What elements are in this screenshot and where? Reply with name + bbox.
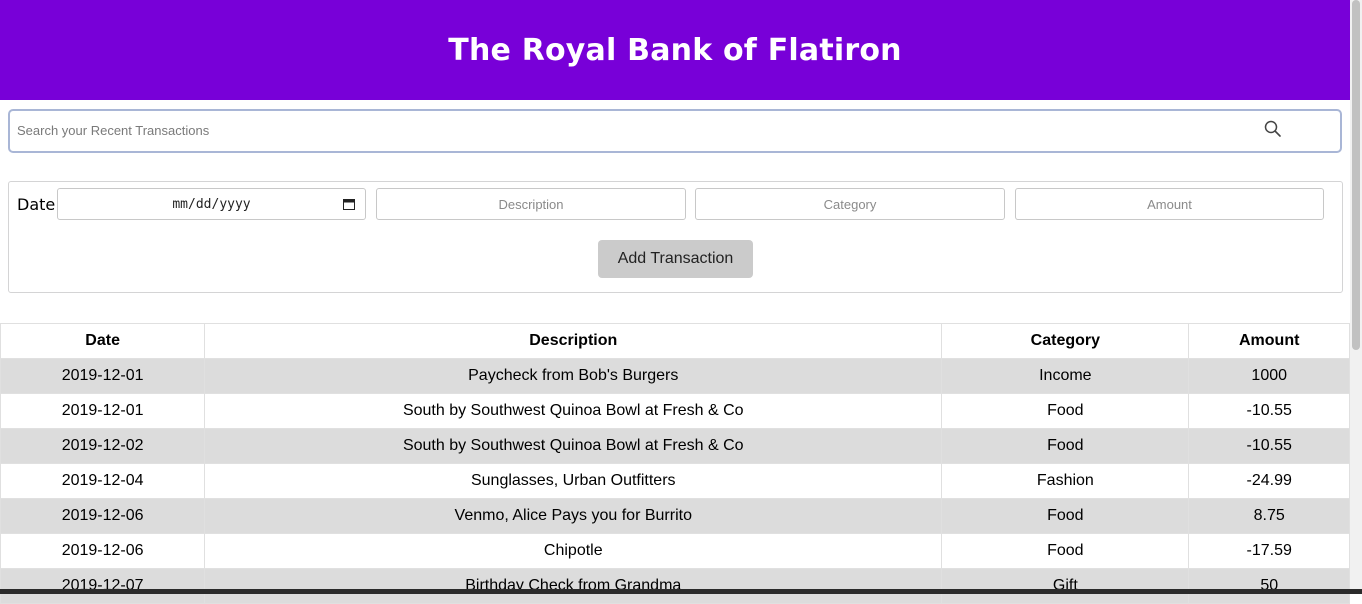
- cell-amount: 8.75: [1188, 498, 1350, 534]
- table-row: 2019-12-01 Paycheck from Bob's Burgers I…: [0, 358, 1350, 394]
- table-row: 2019-12-04 Sunglasses, Urban Outfitters …: [0, 463, 1350, 499]
- cell-description: Paycheck from Bob's Burgers: [204, 358, 943, 394]
- cell-category: Food: [941, 533, 1190, 569]
- cell-description: South by Southwest Quinoa Bowl at Fresh …: [204, 393, 943, 429]
- app-header: The Royal Bank of Flatiron: [0, 0, 1350, 100]
- cell-date: 2019-12-01: [0, 358, 206, 394]
- cell-date: 2019-12-07: [0, 568, 206, 604]
- column-header-category[interactable]: Category: [941, 323, 1190, 359]
- date-placeholder: mm/dd/yyyy: [172, 196, 251, 212]
- cell-date: 2019-12-06: [0, 498, 206, 534]
- cell-category: Income: [941, 358, 1190, 394]
- cell-amount: -24.99: [1188, 463, 1350, 499]
- cell-amount: -17.59: [1188, 533, 1350, 569]
- table-header-row: Date Description Category Amount: [0, 323, 1350, 359]
- transactions-table: Date Description Category Amount 2019-12…: [0, 323, 1350, 604]
- cell-description: South by Southwest Quinoa Bowl at Fresh …: [204, 428, 943, 464]
- search-input[interactable]: [10, 111, 1237, 149]
- cell-description: Sunglasses, Urban Outfitters: [204, 463, 943, 499]
- amount-field[interactable]: Amount: [1015, 188, 1324, 220]
- date-field[interactable]: mm/dd/yyyy: [57, 188, 366, 220]
- cell-description: Birthday Check from Grandma: [204, 568, 943, 604]
- search-icon[interactable]: [1263, 119, 1283, 139]
- date-label: Date: [17, 195, 56, 214]
- cell-amount: -10.55: [1188, 428, 1350, 464]
- cell-category: Food: [941, 498, 1190, 534]
- scrollbar-thumb[interactable]: [1352, 0, 1360, 350]
- cell-amount: 1000: [1188, 358, 1350, 394]
- category-field[interactable]: Category: [695, 188, 1005, 220]
- window-bottom-edge: [0, 589, 1362, 594]
- description-field[interactable]: Description: [376, 188, 686, 220]
- page-title: The Royal Bank of Flatiron: [448, 32, 902, 68]
- description-placeholder: Description: [498, 196, 564, 212]
- cell-description: Venmo, Alice Pays you for Burrito: [204, 498, 943, 534]
- table-row: 2019-12-06 Venmo, Alice Pays you for Bur…: [0, 498, 1350, 534]
- table-row: 2019-12-07 Birthday Check from Grandma G…: [0, 568, 1350, 604]
- add-transaction-button[interactable]: Add Transaction: [598, 240, 753, 278]
- cell-category: Fashion: [941, 463, 1190, 499]
- cell-date: 2019-12-06: [0, 533, 206, 569]
- table-row: 2019-12-01 South by Southwest Quinoa Bow…: [0, 393, 1350, 429]
- amount-placeholder: Amount: [1147, 196, 1192, 212]
- calendar-icon[interactable]: [343, 198, 355, 210]
- cell-date: 2019-12-02: [0, 428, 206, 464]
- column-header-amount[interactable]: Amount: [1188, 323, 1350, 359]
- cell-category: Food: [941, 428, 1190, 464]
- cell-date: 2019-12-04: [0, 463, 206, 499]
- cell-amount: 50: [1188, 568, 1350, 604]
- cell-category: Gift: [941, 568, 1190, 604]
- page-scrollbar[interactable]: [1350, 0, 1362, 589]
- cell-date: 2019-12-01: [0, 393, 206, 429]
- cell-category: Food: [941, 393, 1190, 429]
- cell-description: Chipotle: [204, 533, 943, 569]
- search-bar: [8, 109, 1342, 153]
- table-row: 2019-12-02 South by Southwest Quinoa Bow…: [0, 428, 1350, 464]
- category-placeholder: Category: [823, 196, 877, 212]
- add-transaction-form: Date mm/dd/yyyy Description Category Amo…: [8, 181, 1343, 293]
- column-header-description[interactable]: Description: [204, 323, 943, 359]
- cell-amount: -10.55: [1188, 393, 1350, 429]
- column-header-date[interactable]: Date: [0, 323, 206, 359]
- table-row: 2019-12-06 Chipotle Food -17.59: [0, 533, 1350, 569]
